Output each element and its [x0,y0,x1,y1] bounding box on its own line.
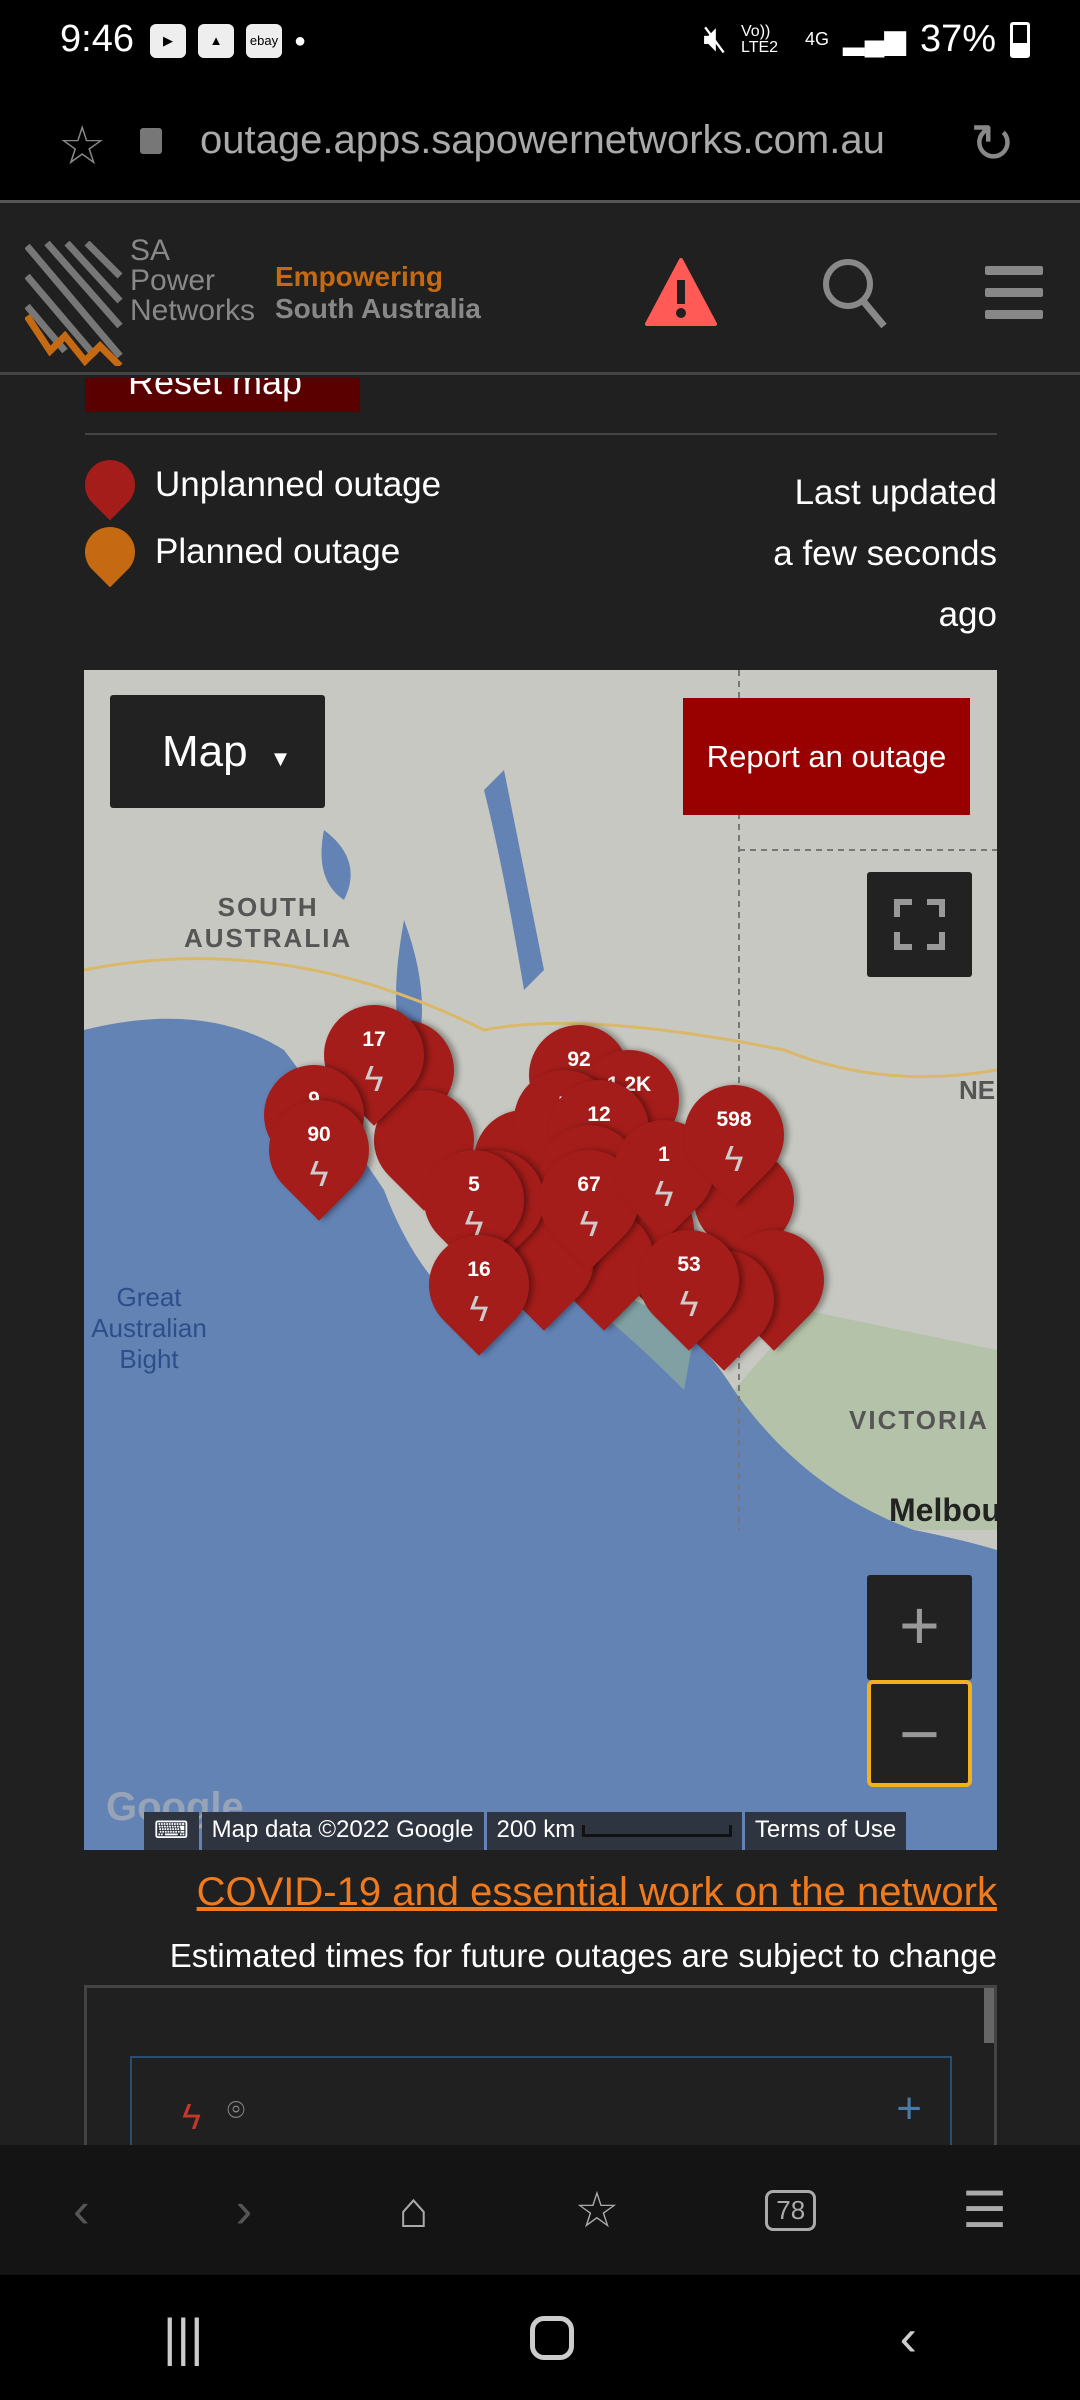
scale-bar: 200 km [486,1812,742,1850]
map-type-dropdown[interactable]: Map ▼ [110,695,325,808]
label-victoria: VICTORIA [849,1405,989,1435]
signal-icon: ▂▄▆ [843,24,906,55]
home-button-icon[interactable] [529,2315,574,2360]
alert-icon[interactable] [645,258,717,326]
expand-button[interactable]: + [896,2084,922,2134]
network-label: Vo)) LTE2 [741,22,779,56]
home-icon[interactable]: ⌂ [398,2181,428,2239]
ebay-icon: ebay [246,24,282,58]
outage-map[interactable]: SOUTH AUSTRALIA Great Australian Bight V… [84,670,997,1850]
tagline: Empowering South Australia [275,261,481,324]
fullscreen-button[interactable] [867,872,972,977]
report-outage-button[interactable]: Report an outage [683,698,970,815]
battery-icon [1010,21,1030,58]
marker-count: 12 [587,1103,611,1126]
label-melbourne: Melbou [889,1492,997,1528]
marker-count: 90 [307,1123,331,1146]
bookmark-star-icon[interactable]: ☆ [58,114,106,177]
marker-count: 53 [677,1253,701,1276]
lightning-icon: ϟ [469,1288,489,1329]
divider [85,433,997,435]
map-data-credit: Map data ©2022 Google [201,1812,484,1850]
last-updated: Last updated a few seconds ago [773,473,997,634]
planned-outage-icon [74,516,146,588]
label-south-australia: SOUTH AUSTRALIA [184,892,353,953]
fullscreen-icon [894,899,945,950]
marker-count: 598 [716,1108,752,1131]
mute-icon: 🔇︎ [703,18,728,60]
lightning-icon: ϟ [309,1153,329,1194]
terms-link[interactable]: Terms of Use [744,1812,907,1850]
marker-count: 16 [467,1258,491,1281]
sapn-logo-icon[interactable] [25,241,125,366]
battery-level: 37% [919,18,996,60]
covid-link[interactable]: COVID-19 and essential work on the netwo… [197,1870,997,1915]
browser-url-bar: ☆ outage.apps.sapowernetworks.com.au ↻ [0,90,1080,203]
marker-count: 5 [468,1173,480,1196]
status-time: 9:46 [60,18,134,60]
back-icon[interactable]: ‹ [73,2181,90,2239]
unplanned-outage-icon [74,449,146,521]
lock-icon [140,128,162,154]
reset-map-button[interactable]: Reset map [85,378,360,412]
dot-icon: ● [294,30,307,52]
browser-toolbar: ‹ › ⌂ ☆ 78 ☰ [0,2145,1080,2275]
menu-icon[interactable] [985,266,1043,319]
youtube-icon: ▶ [150,24,186,58]
label-nsw: NE [959,1075,996,1105]
caret-down-icon: ▼ [269,746,292,771]
lightning-icon: ϟ [182,2096,202,2137]
marker-count: 17 [362,1028,386,1051]
estimate-note: Estimated times for future outages are s… [169,1937,997,1974]
recents-icon[interactable]: ||| [163,2308,204,2368]
reload-icon[interactable]: ↻ [970,112,1015,175]
legend-unplanned: Unplanned outage [74,449,441,521]
legend-planned: Planned outage [74,516,400,588]
zoom-out-button[interactable]: − [867,1680,972,1787]
lightning-icon: ϟ [724,1138,744,1179]
lightning-icon: ϟ [679,1283,699,1324]
url-text[interactable]: outage.apps.sapowernetworks.com.au [200,118,885,163]
zoom-in-button[interactable]: + [867,1575,972,1680]
data-label: 4G [805,29,830,49]
logo-text: SA Power Networks [130,234,256,327]
label-bight: Great Australian Bight [91,1282,207,1374]
site-header: SA Power Networks Empowering South Austr… [0,206,1080,375]
system-back-icon[interactable]: ‹ [900,2308,917,2368]
outage-list-item[interactable]: ϟ ⌾ + [130,2056,952,2156]
bookmarks-icon[interactable]: ☆ [574,2181,619,2239]
tabs-button[interactable]: 78 [765,2189,817,2231]
browser-menu-icon[interactable]: ☰ [962,2181,1007,2239]
keyboard-shortcuts-icon[interactable]: ⌨ [144,1812,199,1850]
search-icon[interactable] [820,256,890,331]
status-bar: 9:46 ▶ ▲ ebay ● 🔇︎ Vo)) LTE2 4G ▂▄▆ 37% [0,0,1080,90]
map-attribution: ⌨ Map data ©2022 Google 200 km Terms of … [144,1812,907,1850]
system-nav-bar: ||| ‹ [0,2275,1080,2400]
location-pin-icon: ⌾ [227,2094,245,2127]
forward-icon[interactable]: › [236,2181,253,2239]
gallery-icon: ▲ [198,24,234,58]
scrollbar[interactable] [984,1988,994,2043]
